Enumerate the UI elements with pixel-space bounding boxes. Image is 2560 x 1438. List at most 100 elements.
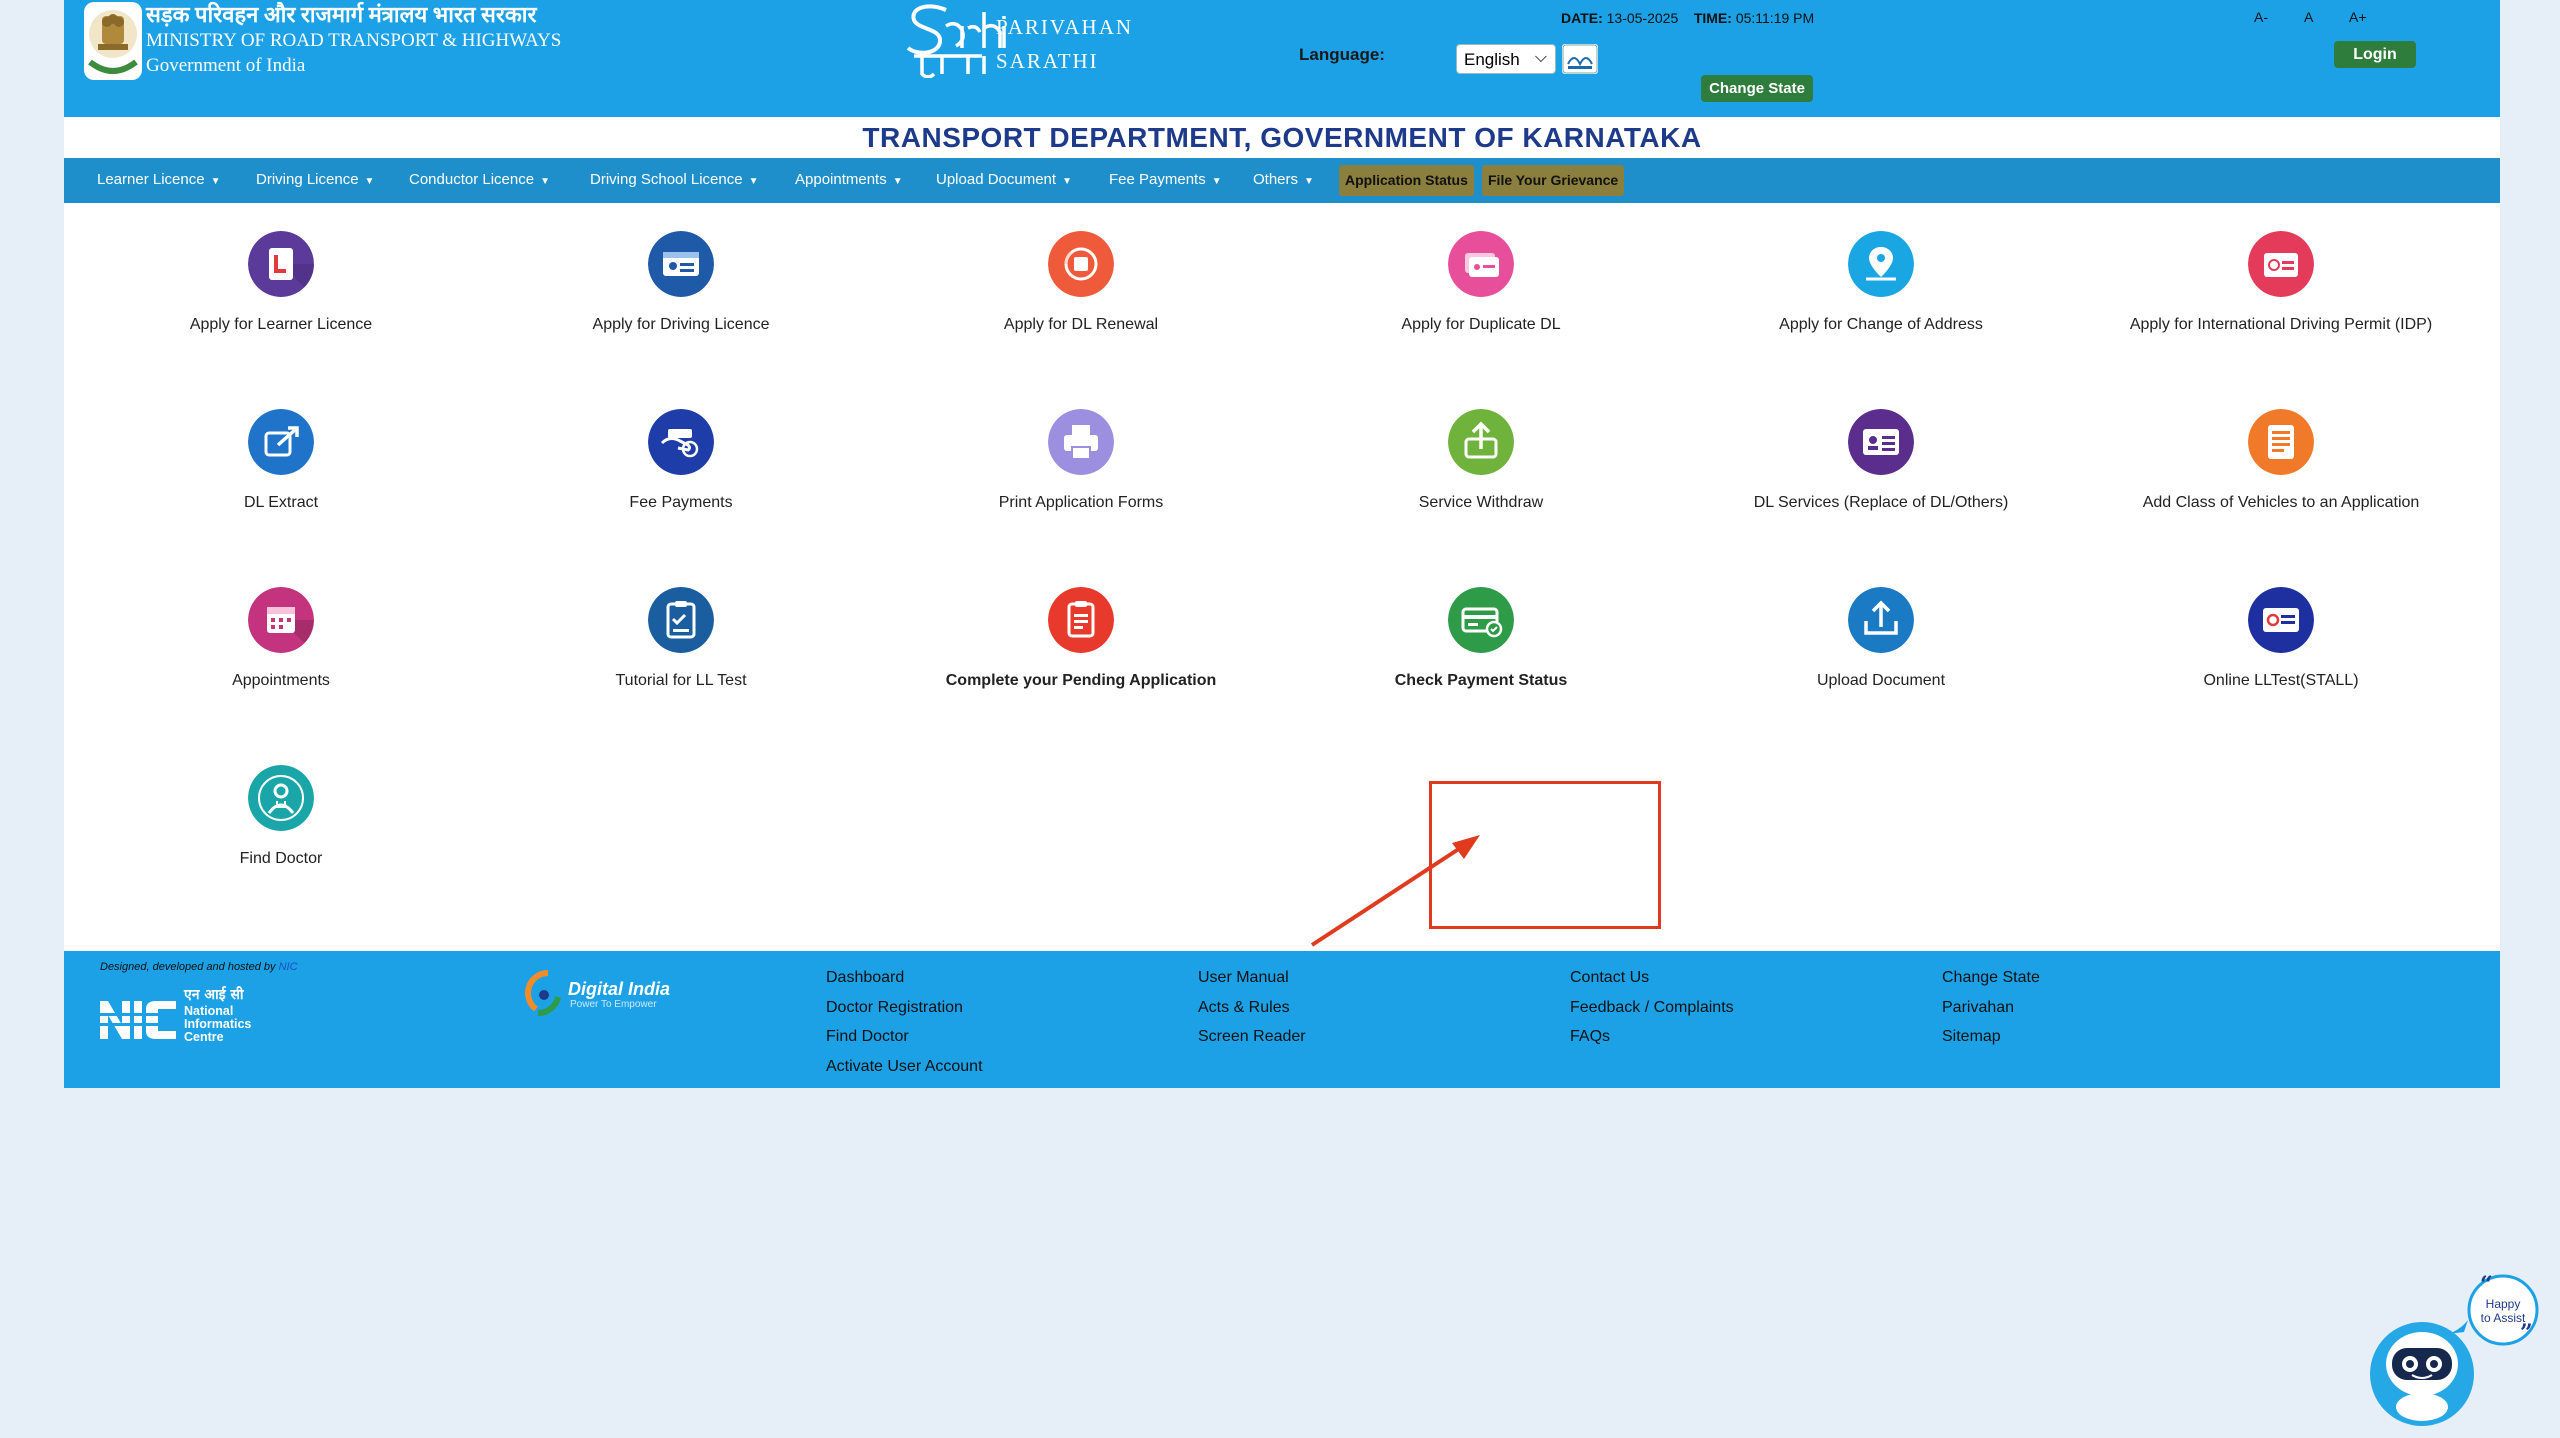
service-fee-payments[interactable]: Fee Payments xyxy=(486,381,876,511)
service-label: DL Services (Replace of DL/Others) xyxy=(1753,494,2009,511)
svg-text:“: “ xyxy=(2480,1272,2493,1298)
service-label: Apply for Change of Address xyxy=(1779,316,1983,333)
font-normal-button[interactable]: A xyxy=(2304,9,2313,25)
page: सड़क परिवहन और राजमार्ग मंत्रालय भारत सर… xyxy=(0,0,2560,1438)
nav-label: Driving School Licence xyxy=(590,171,743,188)
language-select[interactable]: English ⌵ xyxy=(1456,44,1556,74)
service-dl-services[interactable]: DL Services (Replace of DL/Others) xyxy=(1686,381,2076,511)
service-find-doctor[interactable]: Find Doctor xyxy=(86,737,476,867)
caret-down-icon: ▼ xyxy=(1304,176,1314,187)
footer-link-contact-us[interactable]: Contact Us xyxy=(1570,963,1734,993)
upload-document-icon xyxy=(1848,587,1914,653)
service-tutorial-ll-test[interactable]: Tutorial for LL Test xyxy=(486,559,876,689)
font-decrease-button[interactable]: A- xyxy=(2254,9,2268,25)
service-label: Find Doctor xyxy=(239,850,323,867)
service-label: Apply for Learner Licence xyxy=(189,316,373,333)
footer-link-dashboard[interactable]: Dashboard xyxy=(826,963,983,993)
footer-link-find-doctor[interactable]: Find Doctor xyxy=(826,1022,983,1052)
change-state-button[interactable]: Change State xyxy=(1701,75,1813,102)
government-of-india: Government of India xyxy=(146,55,306,76)
site-header: सड़क परिवहन और राजमार्ग मंत्रालय भारत सर… xyxy=(64,0,2500,117)
language-label: Language: xyxy=(1299,45,1385,64)
footer-link-parivahan[interactable]: Parivahan xyxy=(1942,993,2040,1023)
footer-column-3: Contact Us Feedback / Complaints FAQs xyxy=(1570,963,1734,1052)
nav-learner-licence[interactable]: Learner Licence ▼ xyxy=(97,171,220,188)
footer-link-feedback-complaints[interactable]: Feedback / Complaints xyxy=(1570,993,1734,1023)
driving-licence-icon xyxy=(648,231,714,297)
service-add-class-of-vehicles[interactable]: Add Class of Vehicles to an Application xyxy=(2086,381,2476,511)
nav-label: Driving Licence xyxy=(256,171,359,188)
service-label: Apply for DL Renewal xyxy=(1003,316,1159,333)
ministry-english: MINISTRY OF ROAD TRANSPORT & HIGHWAYS xyxy=(146,30,562,51)
chatbot-assistant-icon[interactable]: “ ” Happy to Assist xyxy=(2360,1272,2540,1432)
service-label: Appointments xyxy=(232,672,330,689)
digital-india-logo-icon[interactable]: Digital India Power To Empower xyxy=(514,961,734,1031)
footer-link-doctor-registration[interactable]: Doctor Registration xyxy=(826,993,983,1023)
main-nav: Learner Licence ▼ Driving Licence ▼ Conduc… xyxy=(64,158,2500,203)
ministry-hindi: सड़क परिवहन और राजमार्ग मंत्रालय भारत सर… xyxy=(146,2,537,27)
digital-india-text: Digital India xyxy=(568,979,670,999)
footer-link-screen-reader[interactable]: Screen Reader xyxy=(1198,1022,1306,1052)
service-apply-idp[interactable]: Apply for International Driving Permit (… xyxy=(2086,203,2476,333)
nav-conductor-licence[interactable]: Conductor Licence ▼ xyxy=(409,171,550,188)
date-value: 13-05-2025 xyxy=(1606,10,1679,26)
footer-link-acts-rules[interactable]: Acts & Rules xyxy=(1198,993,1306,1023)
idp-icon xyxy=(2248,231,2314,297)
assistant-bubble-line-2: to Assist xyxy=(2481,1311,2526,1325)
service-appointments[interactable]: Appointments xyxy=(86,559,476,689)
font-increase-button[interactable]: A+ xyxy=(2349,9,2367,25)
nav-appointments[interactable]: Appointments ▼ xyxy=(795,171,903,188)
service-online-lltest-stall[interactable]: Online LLTest(STALL) xyxy=(2086,559,2476,689)
service-withdraw[interactable]: Service Withdraw xyxy=(1286,381,1676,511)
application-status-button[interactable]: Application Status xyxy=(1339,165,1474,196)
service-apply-duplicate-dl[interactable]: Apply for Duplicate DL xyxy=(1286,203,1676,333)
footer-link-sitemap[interactable]: Sitemap xyxy=(1942,1022,2040,1052)
online-lltest-icon xyxy=(2248,587,2314,653)
logo-word-parivahan: PARIVAHAN xyxy=(996,15,1134,39)
services-grid: Apply for Learner Licence Apply for Driv… xyxy=(64,203,2500,951)
site-footer: Designed, developed and hosted by NIC एन… xyxy=(64,951,2500,1088)
caret-down-icon: ▼ xyxy=(1062,176,1072,187)
nav-driving-licence[interactable]: Driving Licence ▼ xyxy=(256,171,374,188)
footer-link-activate-user-account[interactable]: Activate User Account xyxy=(826,1052,983,1082)
tutorial-icon xyxy=(648,587,714,653)
service-apply-change-address[interactable]: Apply for Change of Address xyxy=(1686,203,2076,333)
footer-link-user-manual[interactable]: User Manual xyxy=(1198,963,1306,993)
nav-fee-payments[interactable]: Fee Payments ▼ xyxy=(1109,171,1222,188)
nav-label: Fee Payments xyxy=(1109,171,1206,188)
nav-label: Appointments xyxy=(795,171,887,188)
learner-licence-icon xyxy=(248,231,314,297)
nav-others[interactable]: Others ▼ xyxy=(1253,171,1314,188)
dl-extract-icon xyxy=(248,409,314,475)
caret-down-icon: ▼ xyxy=(540,176,550,187)
time-value: 05:11:19 PM xyxy=(1735,10,1815,26)
service-complete-pending-application[interactable]: Complete your Pending Application xyxy=(886,559,1276,689)
footer-link-faqs[interactable]: FAQs xyxy=(1570,1022,1734,1052)
service-label: Check Payment Status xyxy=(1394,672,1568,689)
nav-driving-school-licence[interactable]: Driving School Licence ▼ xyxy=(590,171,758,188)
nav-label: Others xyxy=(1253,171,1299,188)
service-upload-document[interactable]: Upload Document xyxy=(1686,559,2076,689)
footer-column-1: Dashboard Doctor Registration Find Docto… xyxy=(826,963,983,1081)
service-label: Fee Payments xyxy=(629,494,733,511)
payment-status-icon xyxy=(1448,587,1514,653)
nav-label: Upload Document xyxy=(936,171,1057,188)
nic-full-name: National Informatics Centre xyxy=(184,1004,251,1044)
footer-link-change-state[interactable]: Change State xyxy=(1942,963,2040,993)
service-apply-dl-renewal[interactable]: Apply for DL Renewal xyxy=(886,203,1276,333)
service-check-payment-status[interactable]: Check Payment Status xyxy=(1286,559,1676,689)
service-withdraw-icon xyxy=(1448,409,1514,475)
nic-logo-icon[interactable]: एन आई सी National Informatics Centre xyxy=(100,985,320,1055)
designed-by-label: Designed, developed and hosted by xyxy=(100,961,276,973)
login-button[interactable]: Login xyxy=(2334,41,2416,68)
caret-down-icon: ▼ xyxy=(364,176,375,187)
nav-upload-document[interactable]: Upload Document ▼ xyxy=(936,171,1072,188)
time-label: TIME: xyxy=(1693,10,1732,26)
service-print-application-forms[interactable]: Print Application Forms xyxy=(886,381,1276,511)
service-apply-learner-licence[interactable]: Apply for Learner Licence xyxy=(86,203,476,333)
nav-label: Conductor Licence xyxy=(409,171,535,188)
nic-link[interactable]: NIC xyxy=(279,961,298,973)
service-apply-driving-licence[interactable]: Apply for Driving Licence xyxy=(486,203,876,333)
file-grievance-button[interactable]: File Your Grievance xyxy=(1482,165,1625,196)
service-dl-extract[interactable]: DL Extract xyxy=(86,381,476,511)
